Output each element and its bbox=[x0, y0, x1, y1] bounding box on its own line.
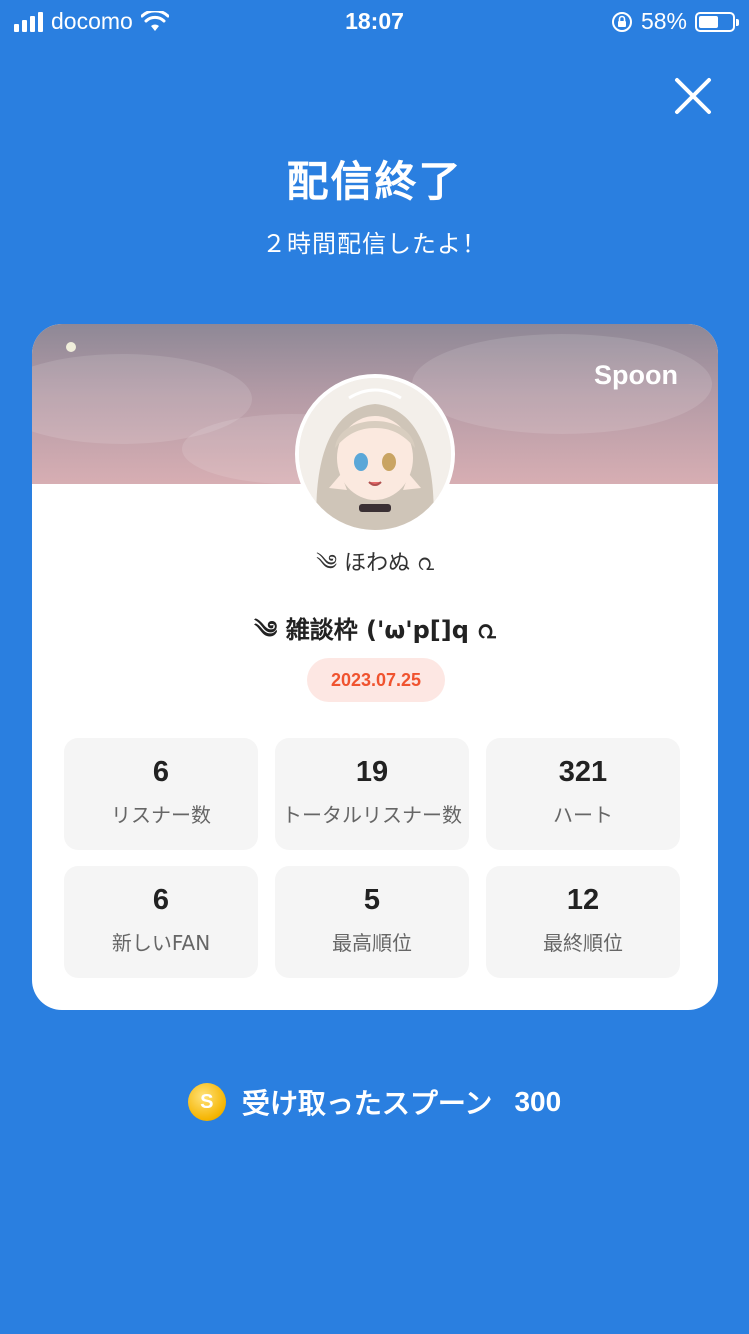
stat-value: 5 bbox=[363, 884, 381, 916]
status-bar: docomo 18:07 58% bbox=[0, 0, 749, 40]
stat-value: 321 bbox=[558, 756, 608, 788]
spoons-value: 300 bbox=[514, 1086, 562, 1117]
stat-value: 6 bbox=[152, 884, 170, 916]
brand-logo: Spoon bbox=[594, 360, 678, 390]
stat-label: 最終順位 bbox=[543, 931, 623, 955]
stat-label: ハート bbox=[553, 803, 613, 827]
spoons-label: 受け取ったスプーン bbox=[241, 1087, 493, 1120]
coin-icon: S bbox=[187, 1083, 226, 1121]
moon-decoration bbox=[66, 342, 76, 352]
status-right: 58% bbox=[611, 8, 739, 35]
date-badge: 2023.07.25 bbox=[307, 658, 445, 702]
stat-total-listeners: 19 トータルリスナー数 bbox=[275, 738, 469, 850]
stat-value: 19 bbox=[355, 756, 389, 788]
stat-highest-rank: 5 最高順位 bbox=[275, 866, 469, 978]
stat-label: 最高順位 bbox=[332, 931, 412, 955]
battery-icon bbox=[695, 11, 739, 32]
close-button[interactable] bbox=[669, 72, 717, 120]
avatar-image bbox=[299, 378, 451, 530]
stat-label: 新しいFAN bbox=[111, 931, 211, 955]
page-title: 配信終了 bbox=[286, 157, 463, 206]
stat-value: 12 bbox=[566, 884, 600, 916]
battery-percent: 58% bbox=[640, 8, 687, 34]
broadcast-end-screen: docomo 18:07 58% 配信終了 ２時間配信したよ！ Spoon ༄ … bbox=[0, 0, 749, 1334]
stat-label: リスナー数 bbox=[111, 803, 211, 827]
stat-listeners: 6 リスナー数 bbox=[64, 738, 258, 850]
stat-hearts: 321 ハート bbox=[486, 738, 680, 850]
stat-value: 6 bbox=[152, 756, 170, 788]
stat-label: トータルリスナー数 bbox=[282, 803, 462, 827]
orientation-lock-icon bbox=[611, 11, 632, 32]
summary-card: Spoon ༄ ほわぬ ൨ ༄ 雑談枠 ('ω'p[]q ൨ 2023.07.2… bbox=[32, 324, 718, 1010]
avatar[interactable] bbox=[295, 374, 455, 534]
stat-final-rank: 12 最終順位 bbox=[486, 866, 680, 978]
username: ༄ ほわぬ ൨ bbox=[316, 551, 434, 576]
spoons-received: S 受け取ったスプーン 300 bbox=[0, 1082, 749, 1122]
close-icon bbox=[675, 78, 711, 114]
stats-grid: 6 リスナー数 19 トータルリスナー数 321 ハート 6 新しいFAN 5 … bbox=[64, 738, 680, 978]
page-subtitle: ２時間配信したよ！ bbox=[262, 230, 487, 258]
stat-new-fans: 6 新しいFAN bbox=[64, 866, 258, 978]
